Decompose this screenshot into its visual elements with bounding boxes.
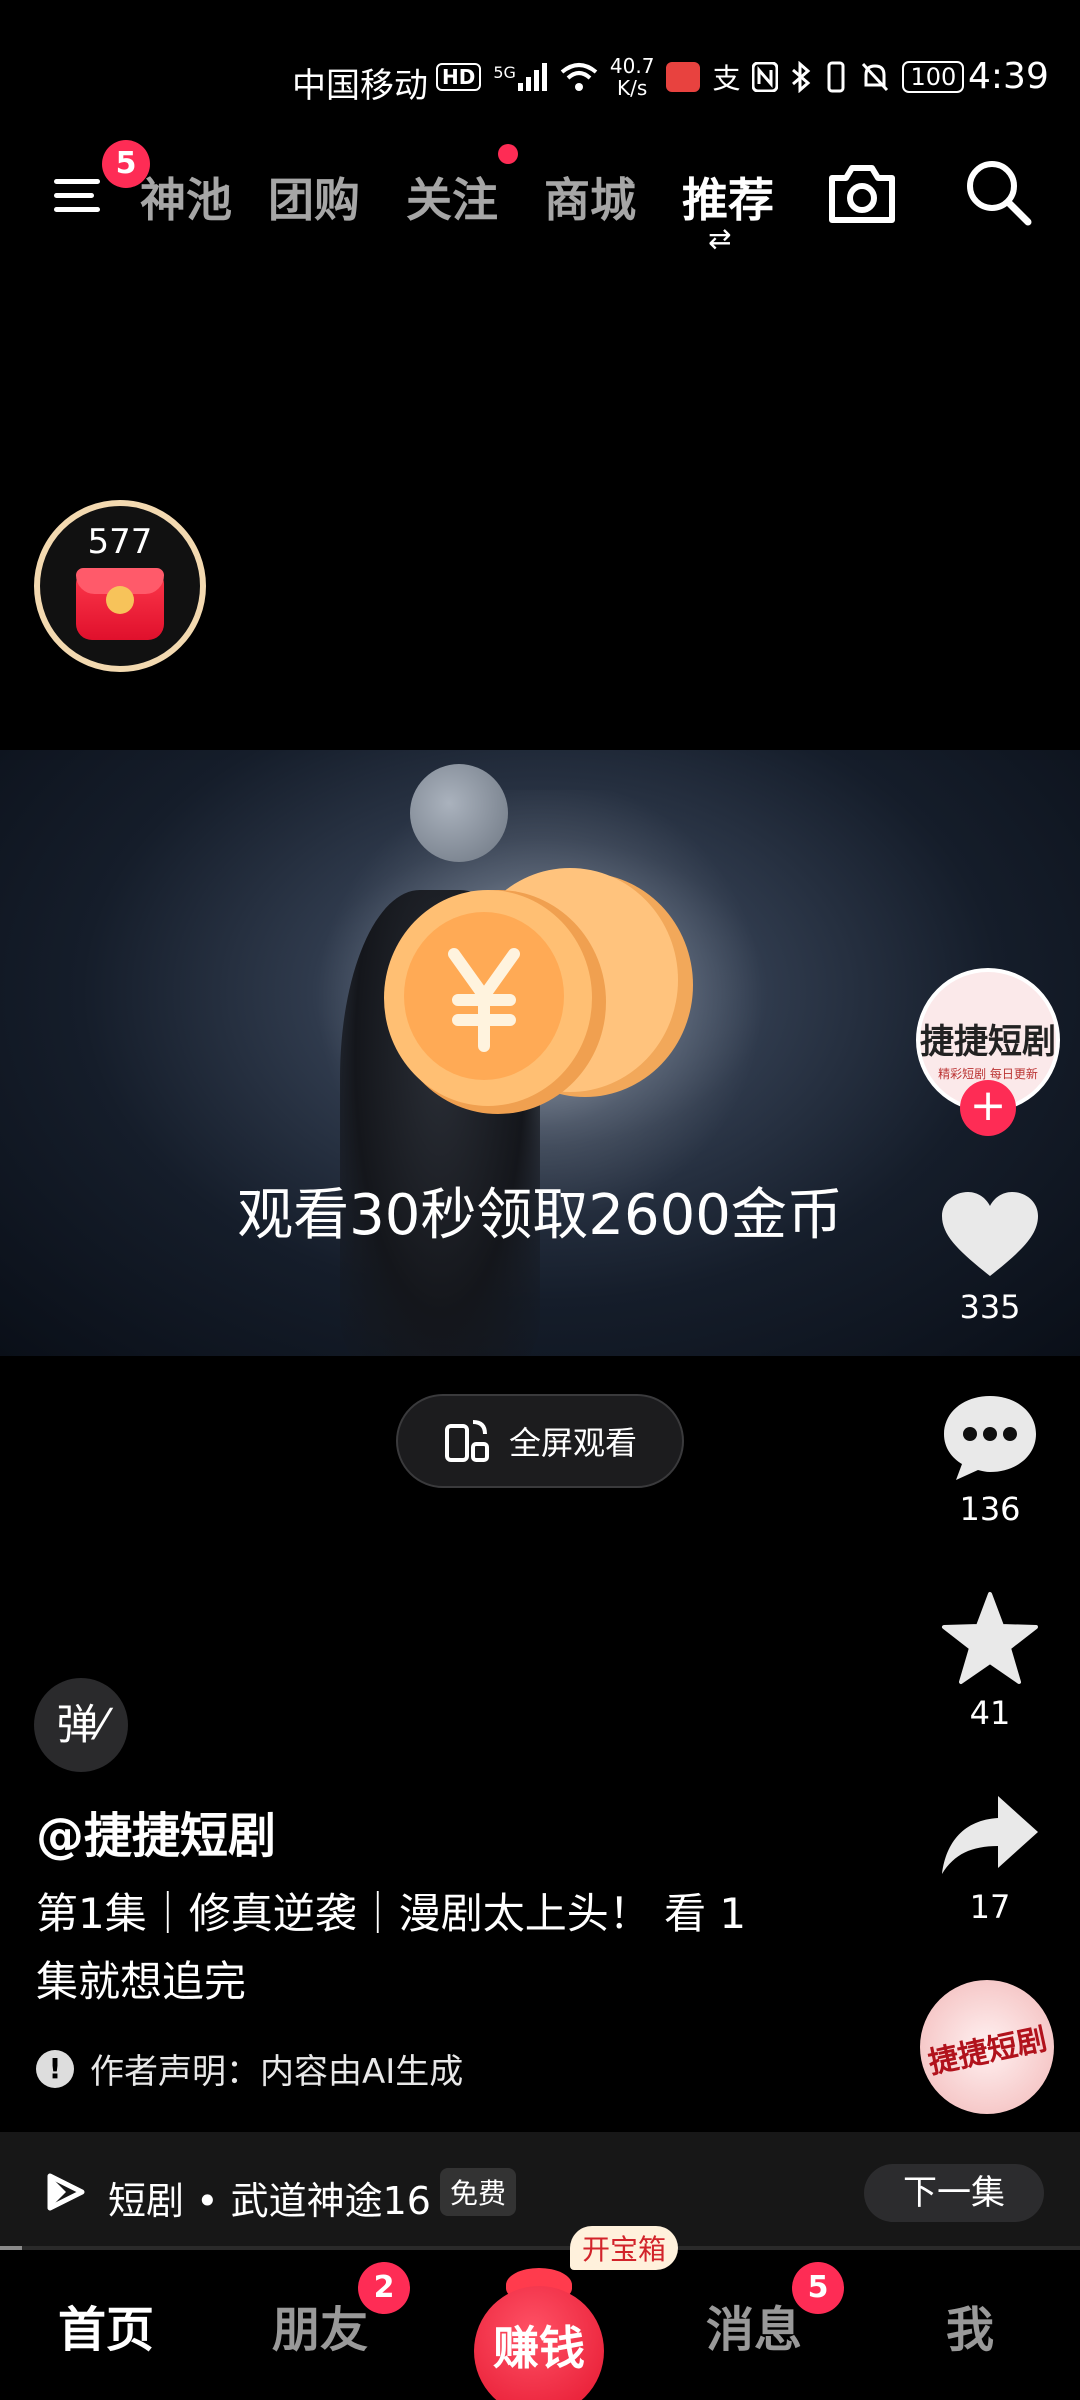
search-icon[interactable] xyxy=(962,156,1034,228)
rotate-phone-icon xyxy=(444,1420,489,1462)
tab-following[interactable]: 关注 xyxy=(406,164,498,230)
store-app-icon xyxy=(666,62,701,92)
like-count: 335 xyxy=(959,1288,1021,1326)
net-speed-value: 40.7 xyxy=(609,54,655,78)
messages-badge: 5 xyxy=(792,2262,844,2314)
hd-icon: HD xyxy=(436,63,482,91)
video-caption: 观看30秒领取2600金币 xyxy=(237,1183,843,1248)
tab-shenchi[interactable]: 神池 xyxy=(140,164,232,230)
star-icon xyxy=(942,1592,1038,1684)
next-episode-button[interactable]: 下一集 xyxy=(864,2164,1044,2222)
reward-count: 577 xyxy=(87,522,153,562)
switch-icon[interactable]: ⇄ xyxy=(708,222,731,255)
menu-icon[interactable] xyxy=(50,167,106,223)
tab-messages[interactable]: 消息 xyxy=(706,2290,802,2360)
nfc-icon xyxy=(752,62,779,92)
vibrate-icon xyxy=(827,61,845,93)
moon xyxy=(410,764,508,862)
avatar-brand: 捷捷短剧 xyxy=(920,1022,1056,1062)
net-speed: 40.7 K/s xyxy=(610,55,655,99)
red-envelope-icon xyxy=(76,568,164,640)
like-button[interactable]: 335 xyxy=(930,1190,1050,1326)
treasure-box-tag[interactable]: 开宝箱 xyxy=(570,2226,679,2270)
wifi-icon xyxy=(560,63,598,91)
tab-mall[interactable]: 商城 xyxy=(544,164,636,230)
follow-plus-button[interactable]: + xyxy=(960,1080,1016,1136)
share-count: 17 xyxy=(969,1888,1011,1926)
tab-me[interactable]: 我 xyxy=(946,2290,994,2360)
tab-group-buy[interactable]: 团购 xyxy=(268,164,360,230)
friends-badge: 2 xyxy=(358,2262,410,2314)
author-declaration: ! 作者声明：内容由AI生成 xyxy=(36,2044,463,2093)
top-nav: 5 神池 团购 关注 商城 推荐 ⇄ xyxy=(0,140,1080,255)
reward-timer[interactable]: 577 xyxy=(34,500,206,672)
favorite-button[interactable]: 41 xyxy=(930,1590,1050,1732)
following-new-dot xyxy=(498,144,518,164)
status-icons: HD 5G 40.7 K/s 支 100 xyxy=(436,55,965,99)
fullscreen-label: 全屏观看 xyxy=(508,1424,637,1462)
share-icon xyxy=(942,1796,1038,1874)
danmaku-button[interactable]: 弹⁄ xyxy=(34,1678,128,1772)
coins-icon xyxy=(384,868,693,1114)
danmaku-label: 弹 xyxy=(56,1700,99,1749)
fullscreen-button[interactable]: 全屏观看 xyxy=(396,1394,684,1488)
music-disc[interactable]: 捷捷短剧 xyxy=(920,1980,1054,2114)
alipay-icon: 支 xyxy=(712,62,741,95)
network-type: 5G xyxy=(493,63,516,82)
status-bar: 中国移动 HD 5G 40.7 K/s 支 100 4:39 xyxy=(0,0,1080,150)
clock: 4:39 xyxy=(968,56,1049,97)
free-tag: 免费 xyxy=(440,2168,517,2216)
mute-icon xyxy=(862,62,889,92)
music-disc-label: 捷捷短剧 xyxy=(925,2021,1051,2082)
carrier-name: 中国移动 xyxy=(292,66,428,106)
net-speed-unit: K/s xyxy=(617,76,648,100)
video-description[interactable]: 第1集｜修真逆袭｜漫剧太上头！ 看 1 集就想追完 xyxy=(36,1880,776,2016)
tab-friends[interactable]: 朋友 xyxy=(272,2290,368,2360)
share-button[interactable]: 17 xyxy=(930,1790,1050,1926)
earn-label: 赚钱 xyxy=(493,2321,585,2375)
playlet-bar[interactable]: 短剧 • 武道神途16 免费 下一集 xyxy=(0,2132,1080,2252)
playlet-title: 短剧 • 武道神途16 xyxy=(108,2179,431,2223)
signal-icon: 5G xyxy=(493,63,548,91)
heart-icon xyxy=(942,1192,1038,1276)
favorite-count: 41 xyxy=(969,1694,1011,1732)
comment-button[interactable]: 136 xyxy=(930,1392,1050,1528)
tab-home[interactable]: 首页 xyxy=(58,2290,154,2360)
author-name[interactable]: @捷捷短剧 xyxy=(36,1796,276,1866)
camera-icon[interactable] xyxy=(826,162,898,226)
bluetooth-icon xyxy=(792,61,811,93)
warning-icon: ! xyxy=(36,2049,74,2088)
comment-icon xyxy=(944,1396,1036,1480)
playlet-icon xyxy=(47,2173,85,2211)
battery-icon: 100 xyxy=(902,61,965,93)
tab-recommend[interactable]: 推荐 xyxy=(682,164,774,230)
declaration-text: 作者声明：内容由AI生成 xyxy=(90,2052,464,2092)
comment-count: 136 xyxy=(959,1490,1021,1528)
bottom-nav: 首页 朋友 2 赚钱 开宝箱 消息 5 我 xyxy=(0,2226,1080,2400)
